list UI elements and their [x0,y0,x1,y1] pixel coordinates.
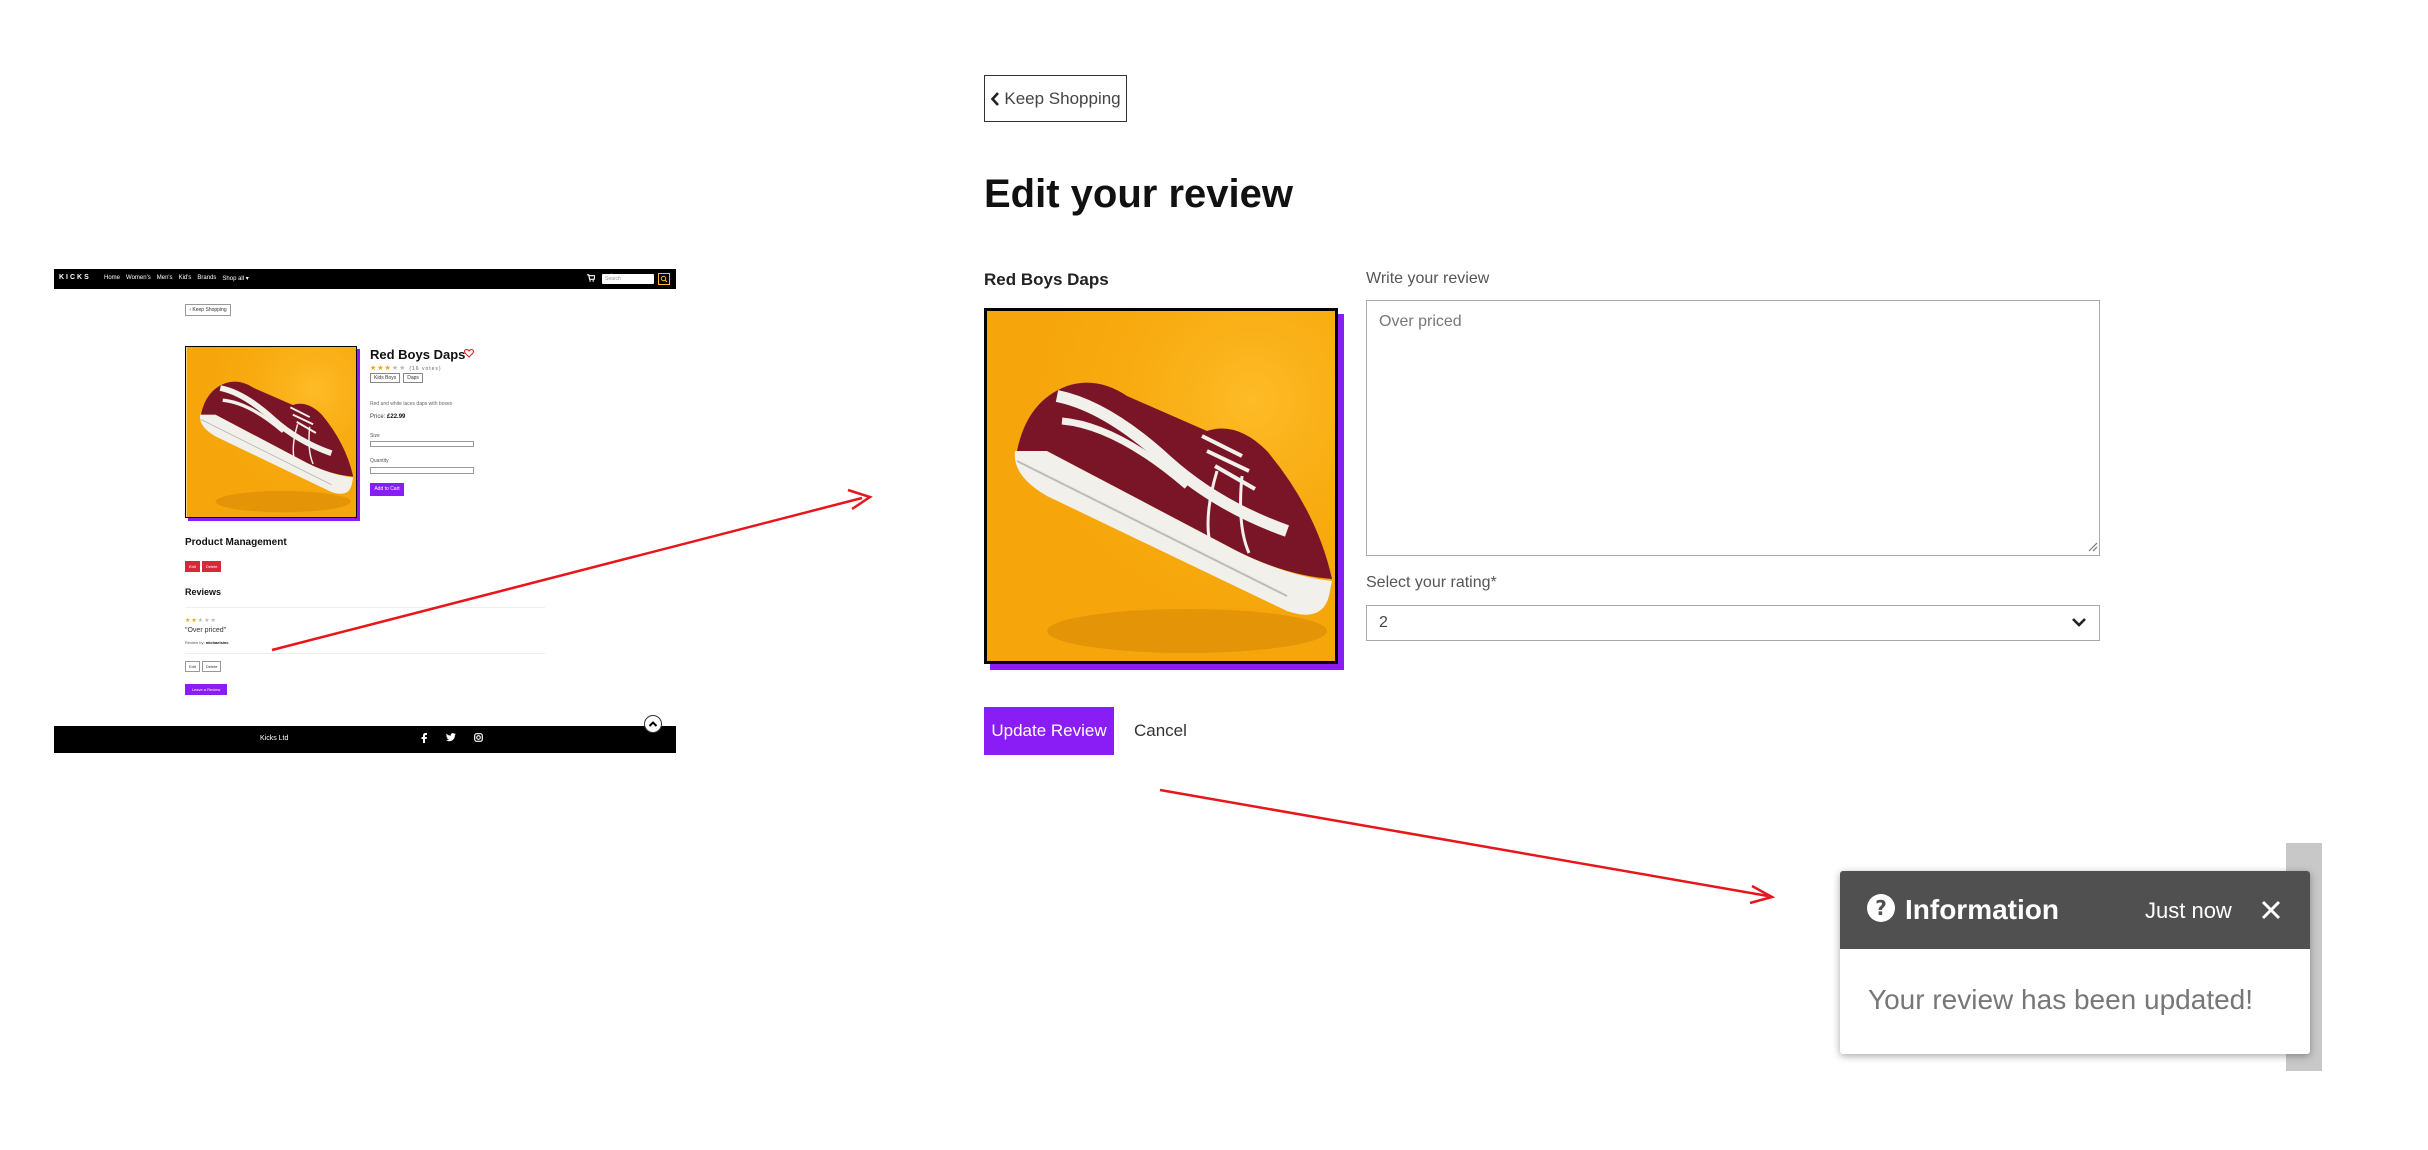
toast-message: Your review has been updated! [1868,984,2254,1015]
keep-shopping-label: Keep Shopping [1004,88,1121,108]
close-icon[interactable] [2258,897,2284,923]
chevron-left-icon [991,91,1000,106]
resize-handle-icon[interactable] [2086,540,2098,552]
page-title: Edit your review [984,172,1293,216]
rating-select[interactable]: 2 [1366,605,2100,641]
product-name: Red Boys Daps [984,270,1109,289]
review-label: Write your review [1366,270,1490,287]
chevron-down-icon [2072,618,2086,627]
keep-shopping-button[interactable]: Keep Shopping [984,75,1127,122]
information-toast: ? Information Just now Your review has b… [1840,871,2310,1054]
svg-text:?: ? [1875,896,1887,920]
toast-title: Information [1905,894,2059,925]
review-textarea[interactable]: Over priced [1366,300,2100,556]
update-review-button[interactable]: Update Review [984,707,1114,755]
question-circle-icon: ? [1867,894,1895,922]
rating-selected-value: 2 [1379,614,1388,631]
toast-time: Just now [2145,898,2232,923]
toast-header: ? Information Just now [1840,871,2310,949]
product-image [984,308,1344,670]
rating-label: Select your rating* [1366,574,1497,591]
cancel-link[interactable]: Cancel [1134,721,1187,741]
